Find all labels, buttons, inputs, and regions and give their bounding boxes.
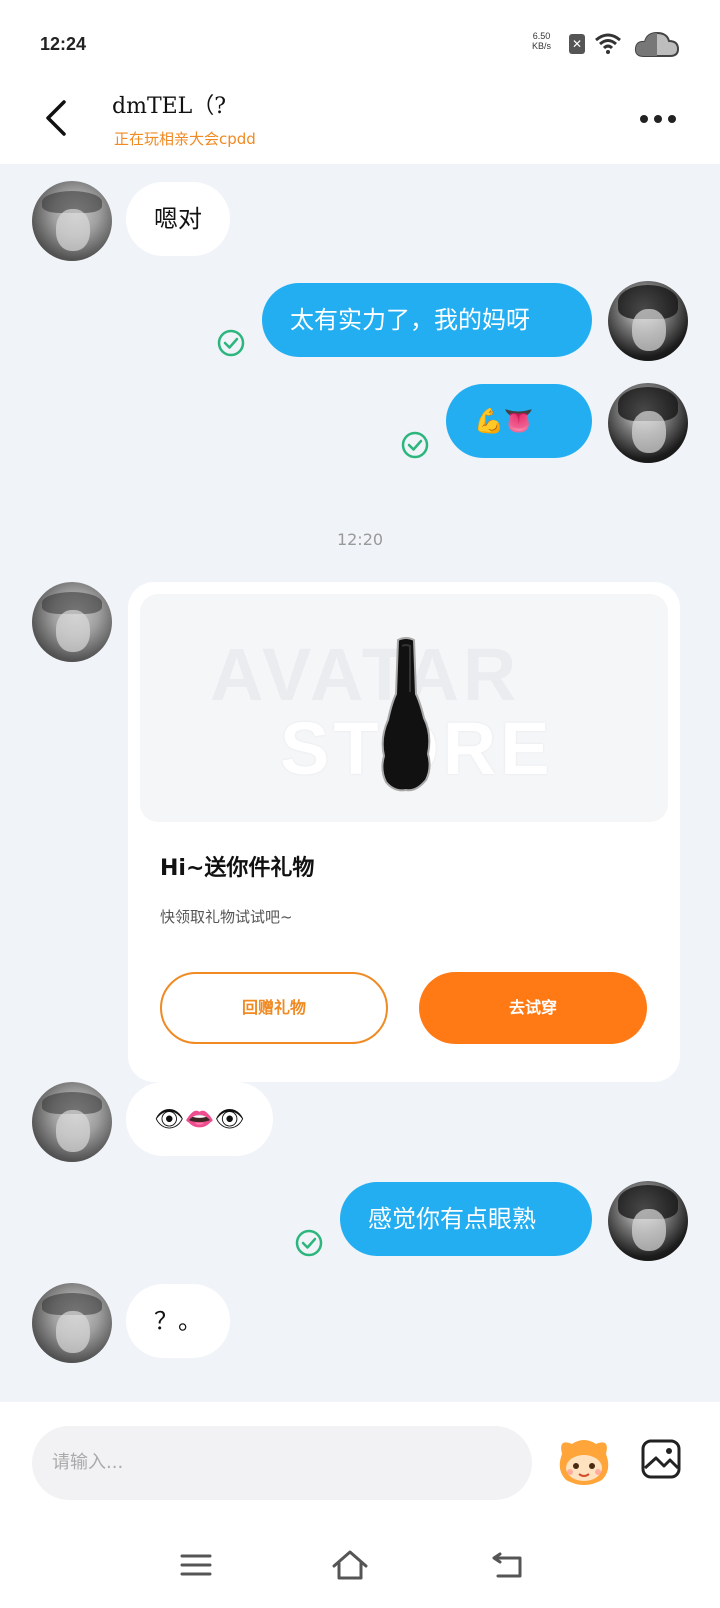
- check-circle-icon: [217, 329, 245, 357]
- status-bar: 12:24 6.50 KB/s ✕: [0, 0, 720, 78]
- home-icon[interactable]: [330, 1548, 370, 1582]
- my-avatar[interactable]: [608, 281, 688, 361]
- gift-description: 快领取礼物试试吧~: [160, 908, 293, 926]
- network-speed-unit: KB/s: [532, 41, 552, 51]
- message-timestamp: 12:20: [336, 530, 384, 549]
- gift-banner: AVATAR STORE: [140, 594, 668, 822]
- guitar-case-icon: [381, 637, 431, 792]
- return-gift-button[interactable]: 回赠礼物: [160, 972, 388, 1044]
- image-icon[interactable]: [640, 1438, 682, 1480]
- more-dots-icon[interactable]: [640, 108, 684, 128]
- contact-avatar[interactable]: [32, 1082, 112, 1162]
- chevron-left-icon[interactable]: [38, 96, 78, 140]
- system-nav-bar: [0, 1522, 720, 1608]
- chat-title[interactable]: dmTEL（?: [112, 88, 226, 120]
- check-circle-icon: [401, 431, 429, 459]
- input-bar: 请输入...: [0, 1402, 720, 1522]
- gift-card[interactable]: AVATAR STORE Hi~送你件礼物 快领取礼物试试吧~ 回赠礼物 去试穿: [128, 582, 680, 1082]
- my-avatar[interactable]: [608, 1181, 688, 1261]
- gift-title: Hi~送你件礼物: [160, 856, 315, 881]
- status-time: 12:24: [40, 34, 87, 54]
- network-speed: 6.50 KB/s: [532, 31, 551, 51]
- back-arrow-icon[interactable]: [488, 1548, 528, 1582]
- contact-avatar[interactable]: [32, 181, 112, 261]
- menu-icon[interactable]: [176, 1548, 216, 1582]
- try-on-button[interactable]: 去试穿: [419, 972, 647, 1044]
- wifi-icon: [595, 33, 621, 54]
- battery-cloud-icon: [634, 31, 680, 57]
- mascot-icon[interactable]: [556, 1436, 612, 1488]
- chat-status: 正在玩相亲大会cpdd: [114, 130, 256, 148]
- check-circle-icon: [295, 1229, 323, 1257]
- contact-avatar[interactable]: [32, 1283, 112, 1363]
- no-sim-icon: ✕: [569, 34, 585, 54]
- message-bubble-outgoing[interactable]: 太有实力了，我的妈呀: [262, 283, 592, 357]
- banner-watermark: AVATAR: [210, 633, 521, 716]
- message-bubble-outgoing[interactable]: 感觉你有点眼熟: [340, 1182, 592, 1256]
- message-bubble-outgoing[interactable]: 💪👅: [446, 384, 592, 458]
- network-speed-value: 6.50: [532, 31, 551, 41]
- chat-header: dmTEL（? 正在玩相亲大会cpdd: [0, 78, 720, 164]
- contact-avatar[interactable]: [32, 582, 112, 662]
- my-avatar[interactable]: [608, 383, 688, 463]
- message-bubble-incoming[interactable]: 👁👄👁: [126, 1082, 273, 1156]
- message-bubble-incoming[interactable]: ？。: [126, 1284, 230, 1358]
- message-input[interactable]: 请输入...: [32, 1426, 532, 1500]
- message-bubble-incoming[interactable]: 嗯对: [126, 182, 230, 256]
